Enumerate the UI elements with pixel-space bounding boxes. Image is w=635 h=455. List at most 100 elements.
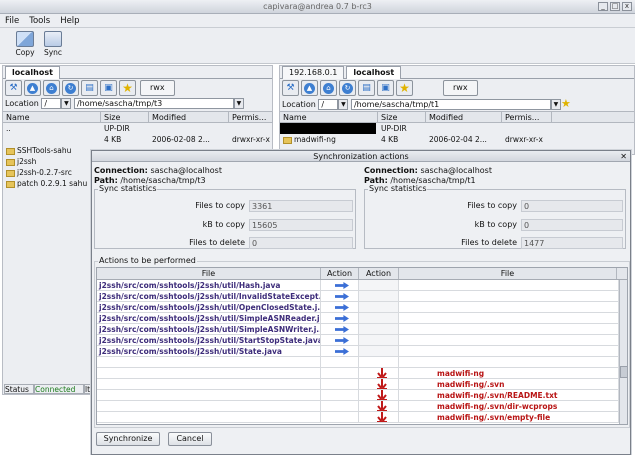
tab-remote-host[interactable]: 192.168.0.1 (282, 66, 345, 79)
bookmark-star-icon[interactable]: ★ (561, 97, 571, 110)
open-folder-icon[interactable]: ▤ (358, 80, 375, 96)
copy-label: Copy (15, 48, 35, 57)
refresh-icon[interactable]: ↻ (62, 80, 79, 96)
right-list-header: Name Size Modified Permis... (280, 111, 634, 123)
left-sync-statistics: Sync statistics Files to copy 3361 kB to… (94, 184, 356, 249)
menu-file[interactable]: File (0, 14, 24, 28)
scrollbar-thumb[interactable] (620, 366, 627, 378)
right-tab-header: 192.168.0.1 localhost (280, 66, 634, 79)
delete-arrow-icon (376, 379, 387, 389)
window-title-bar[interactable]: capivara@andrea 0.7 b-rc3 (0, 0, 635, 14)
left-file-cell: j2ssh/src/com/sshtools/j2ssh/util/OpenCl… (97, 302, 321, 313)
chevron-down-icon[interactable]: ▼ (233, 98, 244, 109)
new-folder-icon[interactable]: ▣ (377, 80, 394, 96)
arrow-right-icon (335, 293, 349, 300)
bookmark-star-icon[interactable]: ★ (119, 80, 136, 96)
left-location-row: Location / ▼ /home/sascha/tmp/t3 ▼ (3, 97, 272, 111)
col-modified[interactable]: Modified (149, 112, 229, 123)
action-row[interactable]: madwifi-ng/.svn/dir-wcprops (97, 401, 619, 412)
location-root-combo[interactable]: / (318, 99, 339, 110)
chevron-down-icon[interactable]: ▼ (338, 99, 349, 110)
col-size[interactable]: Size (378, 112, 426, 123)
delete-action-cell (359, 412, 399, 423)
col-right-action[interactable]: Action (359, 268, 399, 279)
file-row[interactable]: madwifi-ng 4 KB 2006-02-04 2... drwxr-xr-x (280, 134, 634, 145)
col-size[interactable]: Size (101, 112, 149, 123)
action-row[interactable]: madwifi-ng/.svn/empty-file (97, 412, 619, 423)
tools-icon[interactable]: ⚒ (282, 80, 299, 96)
col-left-file[interactable]: File (97, 268, 321, 279)
action-row[interactable]: j2ssh/src/com/sshtools/j2ssh/util/Simple… (97, 313, 619, 324)
file-row[interactable]: .. UP-DIR (3, 123, 272, 134)
action-cell (321, 379, 359, 390)
col-right-file[interactable]: File (399, 268, 617, 279)
action-row[interactable]: j2ssh/src/com/sshtools/j2ssh/util/OpenCl… (97, 302, 619, 313)
action-cell (399, 335, 619, 346)
copy-action-cell (321, 324, 359, 335)
up-icon[interactable]: ▲ (24, 80, 41, 96)
action-row[interactable]: madwifi-ng (97, 368, 619, 379)
action-row[interactable]: madwifi-ng/.svn/README.txt (97, 390, 619, 401)
action-row[interactable]: j2ssh/src/com/sshtools/j2ssh/util/Simple… (97, 324, 619, 335)
sync-button[interactable]: Sync (40, 31, 66, 61)
bookmark-star-icon[interactable]: ★ (396, 80, 413, 96)
tab-localhost-left[interactable]: localhost (5, 66, 60, 79)
file-name-text: .. (6, 124, 11, 133)
refresh-icon[interactable]: ↻ (339, 80, 356, 96)
action-row[interactable]: j2ssh/src/com/sshtools/j2ssh/util/Invali… (97, 291, 619, 302)
col-modified[interactable]: Modified (426, 112, 502, 123)
sync-label: Sync (43, 48, 63, 57)
files-copy-label: Files to copy (467, 201, 517, 210)
home-icon[interactable]: ⌂ (43, 80, 60, 96)
col-name[interactable]: Name (280, 112, 378, 123)
col-permissions[interactable]: Permis... (229, 112, 273, 123)
location-root-combo[interactable]: / (41, 98, 62, 109)
location-path-input[interactable]: /home/sascha/tmp/t1 (350, 99, 551, 110)
menu-tools[interactable]: Tools (24, 14, 55, 28)
kb-copy-label: kB to copy (474, 220, 517, 229)
synchronize-button[interactable]: Synchronize (96, 432, 160, 446)
action-row[interactable] (97, 357, 619, 368)
chevron-down-icon[interactable]: ▼ (61, 98, 72, 109)
actions-scrollbar[interactable] (619, 280, 627, 424)
action-cell (399, 357, 619, 368)
folder-icon (6, 158, 15, 166)
file-size: 4 KB (381, 135, 399, 144)
location-path-input[interactable]: /home/sascha/tmp/t3 (73, 98, 234, 109)
col-left-action[interactable]: Action (321, 268, 359, 279)
tab-localhost-right[interactable]: localhost (346, 66, 402, 79)
action-row[interactable]: madwifi-ng/.svn (97, 379, 619, 390)
desktop: capivara@andrea 0.7 b-rc3 _ □ x File Tool… (0, 0, 635, 455)
rwx-button[interactable]: rwx (443, 80, 478, 96)
file-permissions: drwxr-xr-x (505, 135, 543, 144)
col-name[interactable]: Name (3, 112, 101, 123)
tools-icon[interactable]: ⚒ (5, 80, 22, 96)
home-icon[interactable]: ⌂ (320, 80, 337, 96)
dialog-close-icon[interactable]: ✕ (620, 151, 627, 162)
copy-button[interactable]: Copy (12, 31, 38, 61)
file-size: UP-DIR (381, 124, 407, 133)
minimize-button[interactable]: _ (598, 2, 608, 11)
action-row[interactable]: j2ssh/src/com/sshtools/j2ssh/util/State.… (97, 346, 619, 357)
action-row[interactable]: j2ssh/src/com/sshtools/j2ssh/util/Hash.j… (97, 280, 619, 291)
menu-help[interactable]: Help (55, 14, 84, 28)
action-cell (359, 357, 399, 368)
maximize-button[interactable]: □ (610, 2, 620, 11)
file-row[interactable]: 4 KB 2006-02-08 2... drwxr-xr-x (3, 134, 272, 145)
open-folder-icon[interactable]: ▤ (81, 80, 98, 96)
col-permissions[interactable]: Permis... (502, 112, 552, 123)
action-cell (97, 401, 321, 412)
cancel-button[interactable]: Cancel (168, 432, 212, 446)
close-button[interactable]: x (622, 2, 632, 11)
folder-icon (6, 180, 15, 188)
chevron-down-icon[interactable]: ▼ (550, 99, 561, 110)
file-row[interactable]: UP-DIR (280, 123, 634, 134)
kb-copy-value: 15605 (249, 219, 353, 231)
action-cell (359, 346, 399, 357)
dialog-title-bar[interactable]: Synchronization actions ✕ (92, 151, 630, 162)
action-row[interactable]: j2ssh/src/com/sshtools/j2ssh/util/StartS… (97, 335, 619, 346)
location-label: Location (5, 99, 39, 108)
new-folder-icon[interactable]: ▣ (100, 80, 117, 96)
up-icon[interactable]: ▲ (301, 80, 318, 96)
rwx-button[interactable]: rwx (140, 80, 175, 96)
